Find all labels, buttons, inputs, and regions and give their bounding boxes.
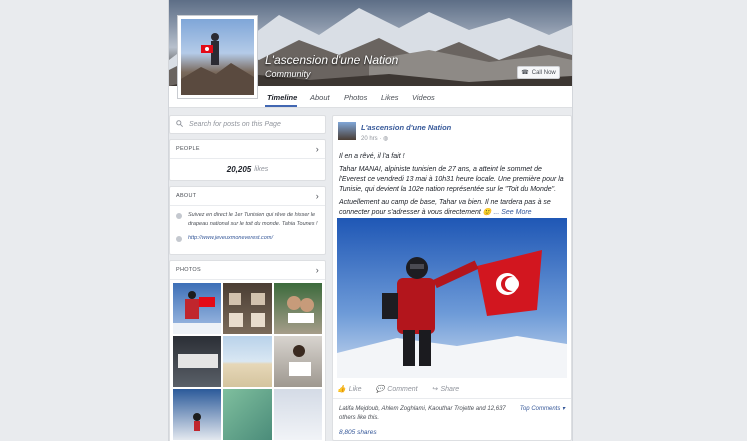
post-likes-summary: Latifa Mejdoub, Ahlem Zoghlami, Kaouthar… bbox=[333, 398, 571, 423]
post-line-3: Actuellement au camp de base, Tahar va b… bbox=[339, 198, 565, 218]
like-button[interactable]: 👍 Like bbox=[337, 385, 362, 394]
tab-photos[interactable]: Photos bbox=[344, 93, 367, 102]
search-placeholder: Search for posts on this Page bbox=[189, 121, 281, 128]
share-label: Share bbox=[440, 385, 460, 393]
photo-thumbnail[interactable] bbox=[273, 336, 322, 387]
post-text: Il en a rêvé, il l'a fait ! Tahar MANAI,… bbox=[333, 142, 571, 218]
smiley-emoji: 🙂 bbox=[482, 209, 492, 216]
shares-count[interactable]: 8,805 shares bbox=[339, 429, 377, 436]
photo-thumbnail[interactable] bbox=[273, 389, 322, 440]
share-button[interactable]: ↪ Share bbox=[431, 385, 460, 394]
top-comments-dropdown[interactable]: Top Comments ▾ bbox=[520, 405, 565, 414]
website-link[interactable]: http://www.jeveuxmoneverest.com/ bbox=[188, 234, 273, 243]
post-photo[interactable] bbox=[337, 218, 567, 378]
timeline-post: L'ascension d'une Nation 20 hrs · ◍ Il e… bbox=[332, 115, 572, 441]
people-box: PEOPLE › 20,205 likes bbox=[169, 139, 326, 181]
call-now-label: Call Now bbox=[531, 69, 556, 76]
comment-button[interactable]: 💬 Comment bbox=[375, 385, 418, 394]
tab-videos[interactable]: Videos bbox=[412, 93, 435, 102]
thumbs-up-icon: 👍 bbox=[337, 386, 346, 393]
about-box: ABOUT › Suivez en direct le 1er Tunisien… bbox=[169, 186, 326, 255]
chevron-right-icon[interactable]: › bbox=[316, 265, 319, 275]
post-timestamp[interactable]: 20 hrs · ◍ bbox=[361, 135, 451, 142]
people-header-label: PEOPLE bbox=[176, 146, 200, 152]
post-line-1: Il en a rêvé, il l'a fait ! bbox=[339, 153, 405, 160]
post-author-name[interactable]: L'ascension d'une Nation bbox=[361, 123, 451, 132]
comment-label: Comment bbox=[387, 385, 418, 393]
photos-box: PHOTOS › bbox=[169, 260, 326, 441]
tab-likes[interactable]: Likes bbox=[381, 93, 399, 102]
photo-thumbnail[interactable] bbox=[173, 283, 222, 334]
post-line-2: Tahar MANAI, alpiniste tunisien de 27 an… bbox=[339, 166, 564, 193]
share-icon: ↪ bbox=[431, 386, 438, 393]
like-label: Like bbox=[348, 385, 362, 393]
active-tab-indicator bbox=[265, 105, 297, 107]
about-header-label: ABOUT bbox=[176, 193, 197, 199]
globe-icon: · ◍ bbox=[379, 136, 389, 142]
photos-header-label: PHOTOS bbox=[176, 267, 201, 273]
tab-about[interactable]: About bbox=[310, 93, 330, 102]
page-category: Community bbox=[265, 69, 311, 79]
comment-icon: 💬 bbox=[375, 386, 385, 393]
people-header[interactable]: PEOPLE › bbox=[170, 140, 325, 159]
search-icon bbox=[176, 120, 183, 129]
left-column: Search for posts on this Page PEOPLE › 2… bbox=[169, 115, 326, 441]
left-margin bbox=[0, 0, 169, 441]
photo-thumbnail[interactable] bbox=[173, 389, 222, 440]
photo-thumbnail[interactable] bbox=[223, 336, 272, 387]
photo-thumbnail[interactable] bbox=[223, 389, 272, 440]
page-search-box[interactable]: Search for posts on this Page bbox=[169, 115, 326, 134]
see-more-link[interactable]: ... See More bbox=[493, 209, 531, 216]
page-title: L'ascension d'une Nation bbox=[265, 53, 399, 67]
post-actions: 👍 Like 💬 Comment ↪ Share bbox=[337, 385, 460, 394]
about-description: Suivez en direct le 1er Tunisien qui rêv… bbox=[188, 212, 318, 227]
call-now-button[interactable]: ☎ Call Now bbox=[517, 66, 560, 79]
post-author-avatar[interactable] bbox=[338, 122, 356, 140]
chevron-right-icon[interactable]: › bbox=[316, 144, 319, 154]
about-website-row: http://www.jeveuxmoneverest.com/ bbox=[176, 234, 319, 243]
photo-thumbnail[interactable] bbox=[223, 283, 272, 334]
chevron-right-icon[interactable]: › bbox=[316, 191, 319, 201]
photo-thumbnail[interactable] bbox=[273, 283, 322, 334]
about-description-row: Suivez en direct le 1er Tunisien qui rêv… bbox=[176, 211, 319, 229]
globe-icon bbox=[176, 236, 182, 242]
right-margin bbox=[572, 0, 747, 441]
info-icon bbox=[176, 213, 182, 219]
likes-text[interactable]: Latifa Mejdoub, Ahlem Zoghlami, Kaouthar… bbox=[339, 405, 509, 423]
people-likes: 20,205 likes bbox=[170, 159, 325, 180]
phone-icon: ☎ bbox=[521, 70, 529, 76]
likes-count: 20,205 bbox=[226, 165, 252, 174]
profile-picture[interactable] bbox=[177, 15, 258, 99]
photos-header[interactable]: PHOTOS › bbox=[170, 261, 325, 280]
about-header[interactable]: ABOUT › bbox=[170, 187, 325, 206]
post-time-label: 20 hrs bbox=[361, 136, 378, 142]
photo-thumbnail[interactable] bbox=[173, 336, 222, 387]
likes-unit: likes bbox=[254, 166, 269, 173]
tab-timeline[interactable]: Timeline bbox=[267, 93, 297, 102]
